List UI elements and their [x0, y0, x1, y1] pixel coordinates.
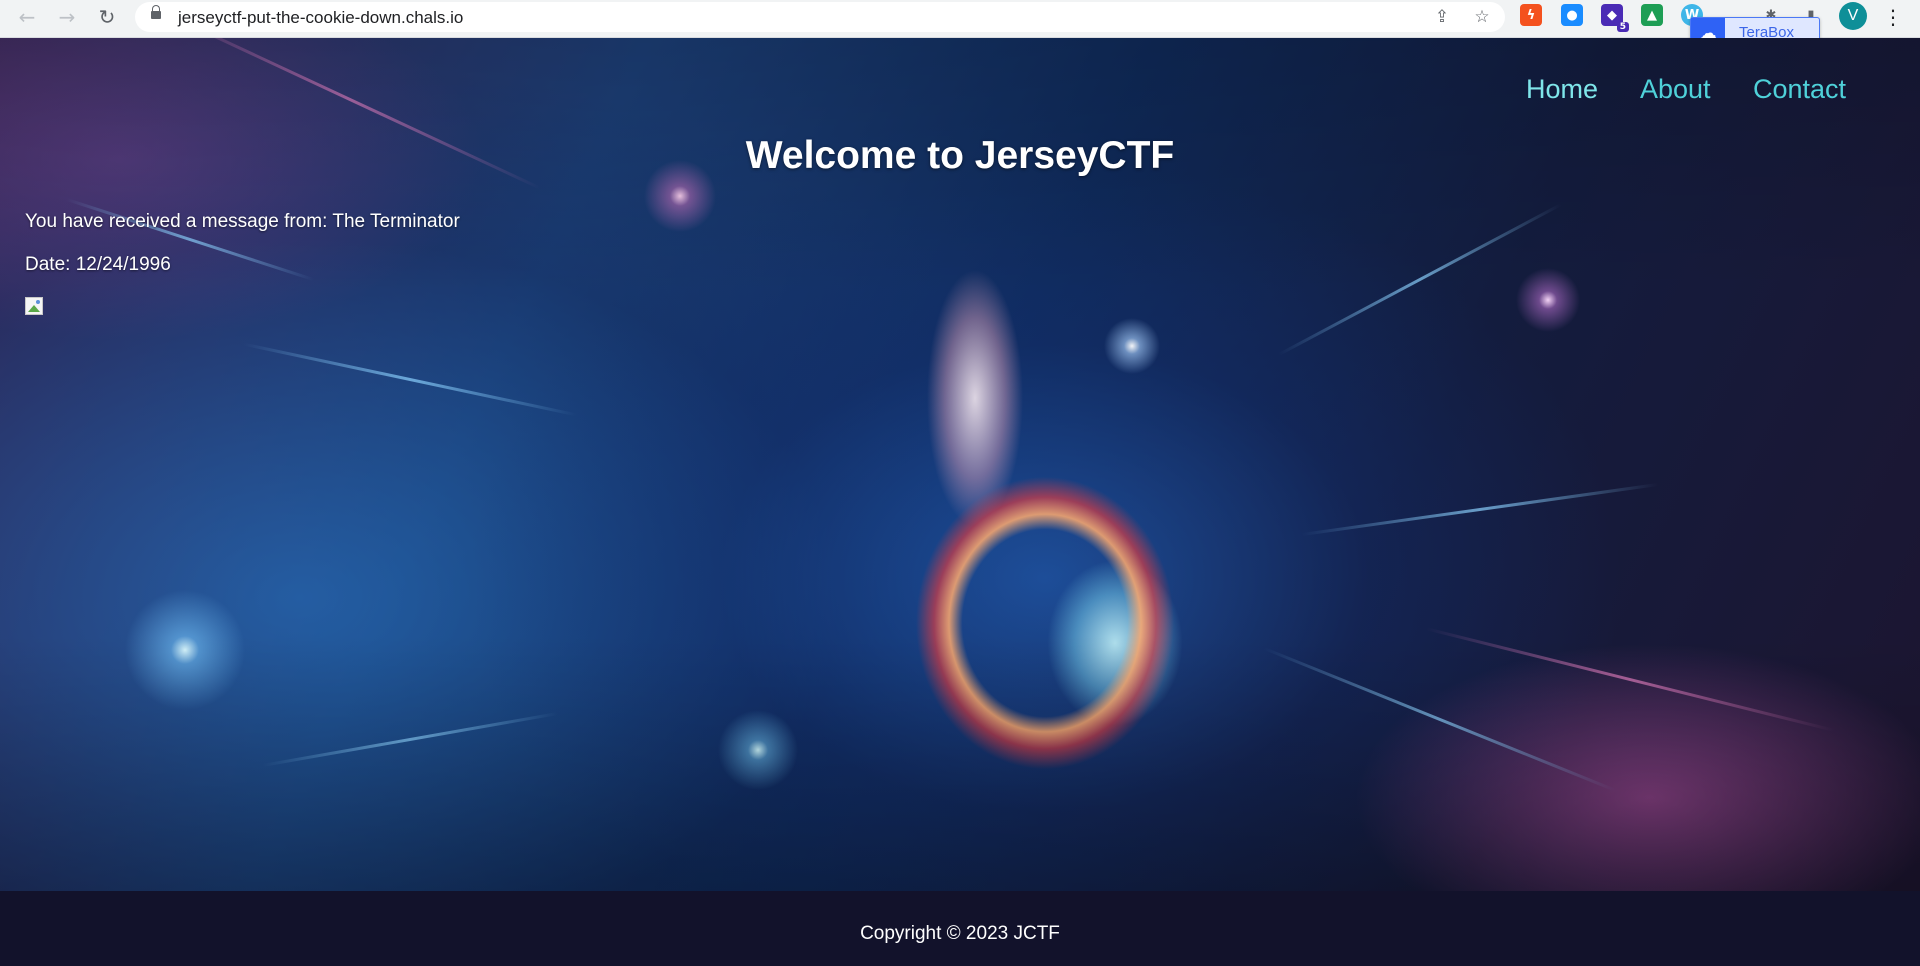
address-bar[interactable]: jerseyctf-put-the-cookie-down.chals.io ⇪…: [135, 2, 1505, 32]
lock-icon[interactable]: [151, 5, 161, 19]
message-date-text: Date: 12/24/1996: [25, 254, 171, 275]
nav-link-home[interactable]: Home: [1526, 74, 1598, 105]
back-icon[interactable]: ←: [12, 2, 42, 32]
share-icon[interactable]: ⇪: [1431, 6, 1453, 28]
copyright-text: Copyright © 2023 JCTF: [860, 923, 1060, 944]
profile-avatar[interactable]: V: [1839, 2, 1867, 30]
bookmark-star-icon[interactable]: ☆: [1471, 6, 1493, 28]
url-text[interactable]: jerseyctf-put-the-cookie-down.chals.io: [178, 8, 463, 28]
message-sender-text: You have received a message from: The Te…: [25, 211, 460, 232]
browser-toolbar: ← → ↻ jerseyctf-put-the-cookie-down.chal…: [0, 0, 1920, 38]
zap-extension-icon[interactable]: ϟ: [1520, 4, 1542, 26]
extension-badge: 5: [1616, 22, 1629, 32]
drive-extension-icon[interactable]: ▲: [1641, 4, 1663, 26]
site-nav: Home About Contact: [0, 74, 1920, 114]
broken-image-icon: [25, 297, 43, 315]
forward-icon[interactable]: →: [52, 2, 82, 32]
reload-icon[interactable]: ↻: [92, 2, 122, 32]
nav-link-about[interactable]: About: [1640, 74, 1711, 105]
site-footer: Copyright © 2023 JCTF: [0, 891, 1920, 966]
nav-link-contact[interactable]: Contact: [1753, 74, 1846, 105]
hat-extension-icon[interactable]: ◆ 5: [1601, 4, 1629, 32]
menu-icon[interactable]: ⋮: [1883, 3, 1903, 31]
page-title: Welcome to JerseyCTF: [745, 134, 1175, 177]
hero-background: Home About Contact Welcome to JerseyCTF …: [0, 38, 1920, 891]
drop-extension-icon[interactable]: ●: [1561, 4, 1583, 26]
